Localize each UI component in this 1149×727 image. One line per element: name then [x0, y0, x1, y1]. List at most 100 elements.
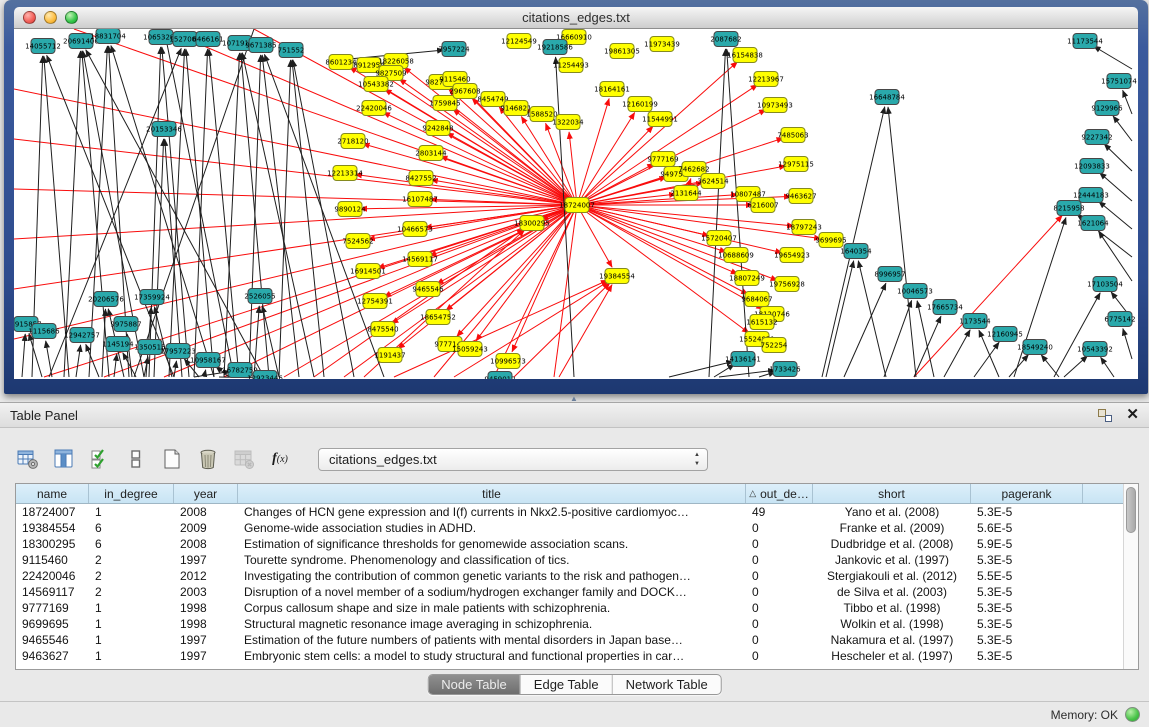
graph-node-yellow[interactable]: 1615132: [746, 315, 777, 330]
vertical-scrollbar[interactable]: [1123, 484, 1138, 669]
citation-edge-black[interactable]: [709, 49, 725, 377]
graph-node-yellow[interactable]: 19861305: [604, 44, 640, 59]
tab-edge-table[interactable]: Edge Table: [520, 675, 612, 694]
citation-edge-black[interactable]: [162, 47, 189, 377]
citation-edge-black[interactable]: [719, 370, 775, 377]
graph-node-yellow[interactable]: 15720407: [701, 231, 737, 246]
citation-edge-red[interactable]: [514, 283, 610, 377]
graph-node-teal[interactable]: 2526055: [244, 289, 275, 304]
graph-node-yellow[interactable]: 7485063: [777, 128, 808, 143]
citation-edge-black[interactable]: [86, 344, 99, 377]
column-header-pagerank[interactable]: pagerank: [971, 484, 1083, 503]
citation-edge-black[interactable]: [76, 345, 81, 377]
graph-node-teal[interactable]: 12093833: [1074, 159, 1110, 174]
citation-edge-black[interactable]: [944, 330, 970, 377]
float-panel-icon[interactable]: [1098, 409, 1112, 422]
memory-status-indicator[interactable]: [1125, 707, 1140, 722]
graph-node-yellow[interactable]: 1322034: [552, 115, 584, 130]
select-all-columns-button[interactable]: [88, 446, 112, 472]
graph-node-yellow[interactable]: 11544991: [642, 112, 678, 127]
citation-edge-black[interactable]: [1041, 355, 1059, 377]
graph-node-yellow[interactable]: 9242848: [422, 121, 453, 136]
graph-node-teal[interactable]: 1640354: [840, 244, 872, 259]
close-panel-icon[interactable]: ✕: [1126, 408, 1139, 422]
panel-splitter-grip[interactable]: ▲: [568, 395, 580, 402]
graph-node-yellow[interactable]: 18164161: [594, 82, 630, 97]
column-header-title[interactable]: title: [238, 484, 746, 503]
citation-edge-red[interactable]: [577, 112, 635, 205]
graph-node-yellow[interactable]: 11973439: [644, 37, 680, 52]
graph-node-yellow[interactable]: 752254: [761, 338, 788, 353]
create-column-button[interactable]: [160, 446, 184, 472]
graph-node-teal[interactable]: 12942757: [64, 328, 100, 343]
show-columns-button[interactable]: [52, 446, 76, 472]
citation-edge-black[interactable]: [292, 60, 324, 377]
graph-node-teal[interactable]: 1173544: [959, 314, 991, 329]
graph-node-teal[interactable]: 2087682: [710, 32, 741, 47]
citation-edge-black[interactable]: [669, 361, 733, 377]
graph-node-teal[interactable]: 17359924: [134, 290, 170, 305]
graph-node-yellow[interactable]: 14569117: [402, 252, 438, 267]
citation-edge-black[interactable]: [114, 354, 117, 377]
graph-node-yellow[interactable]: 9684067: [741, 292, 772, 307]
citation-edge-black[interactable]: [1054, 293, 1100, 377]
graph-node-teal[interactable]: 16648784: [869, 90, 905, 105]
table-row[interactable]: 1456911722003Disruption of a novel membe…: [16, 584, 1123, 600]
graph-node-teal[interactable]: 1115686: [28, 324, 60, 339]
graph-node-teal[interactable]: 15751074: [1101, 74, 1137, 89]
graph-node-yellow[interactable]: 7524562: [342, 234, 373, 249]
graph-node-teal[interactable]: 1145194: [102, 337, 134, 352]
table-row[interactable]: 946362711997Embryonic stem cells: a mode…: [16, 648, 1123, 664]
citation-edge-black[interactable]: [1099, 231, 1132, 281]
table-row[interactable]: 969969511998Structural magnetic resonanc…: [16, 616, 1123, 632]
graph-node-yellow[interactable]: 12975115: [778, 157, 814, 172]
graph-node-teal[interactable]: 10543392: [1077, 342, 1113, 357]
graph-node-teal[interactable]: 8215958: [1053, 201, 1084, 216]
citation-edge-red[interactable]: [14, 139, 577, 205]
graph-node-teal[interactable]: 9975887: [110, 317, 141, 332]
graph-node-yellow[interactable]: 11254493: [553, 58, 589, 73]
citation-edge-black[interactable]: [844, 283, 886, 377]
graph-node-yellow[interactable]: 10996573: [490, 354, 526, 369]
citation-edge-black[interactable]: [1009, 355, 1028, 377]
graph-node-teal[interactable]: 8996957: [874, 267, 905, 282]
citation-edge-black[interactable]: [249, 55, 261, 377]
graph-node-yellow[interactable]: 9463627: [785, 189, 816, 204]
close-window-button[interactable]: [23, 11, 36, 24]
table-row[interactable]: 2242004622012Investigating the contribut…: [16, 568, 1123, 584]
graph-node-teal[interactable]: 11173544: [1067, 34, 1103, 49]
citation-edge-black[interactable]: [1113, 116, 1132, 141]
citation-edge-black[interactable]: [1064, 356, 1088, 377]
graph-node-yellow[interactable]: 19756928: [769, 277, 805, 292]
graph-node-teal[interactable]: 6466161: [192, 32, 223, 47]
scrollbar-thumb[interactable]: [1126, 487, 1136, 533]
citation-edge-black[interactable]: [1123, 90, 1132, 114]
citation-edge-black[interactable]: [884, 300, 912, 377]
graph-node-yellow[interactable]: 8601234: [325, 55, 357, 70]
citation-edge-black[interactable]: [914, 316, 941, 377]
graph-node-yellow[interactable]: 2718120: [337, 134, 368, 149]
citation-edge-black[interactable]: [174, 361, 176, 377]
graph-node-yellow[interactable]: 18654752: [420, 310, 456, 325]
graph-node-yellow[interactable]: 16154838: [727, 48, 763, 63]
citation-edge-black[interactable]: [169, 49, 185, 377]
graph-node-yellow[interactable]: 2967608: [449, 84, 480, 99]
column-header-short[interactable]: short: [813, 484, 971, 503]
table-row[interactable]: 1938455462009Genome-wide association stu…: [16, 520, 1123, 536]
graph-node-teal[interactable]: 20153346: [146, 122, 182, 137]
graph-node-yellow[interactable]: 12160199: [622, 97, 658, 112]
graph-node-yellow[interactable]: 12754391: [357, 294, 393, 309]
graph-node-teal[interactable]: 6775142: [1104, 312, 1135, 327]
delete-columns-button[interactable]: [196, 446, 220, 472]
graph-node-yellow[interactable]: 10466573: [397, 222, 433, 237]
delete-table-button[interactable]: [232, 446, 256, 472]
table-row[interactable]: 977716911998Corpus callosum shape and si…: [16, 600, 1123, 616]
clear-column-selection-button[interactable]: [124, 446, 148, 472]
graph-node-yellow[interactable]: 3624514: [697, 174, 729, 189]
function-builder-button[interactable]: f(x): [268, 446, 292, 472]
graph-node-yellow[interactable]: 18797243: [786, 220, 822, 235]
graph-node-teal[interactable]: 10046573: [897, 284, 933, 299]
graph-node-yellow[interactable]: 8427552: [405, 171, 436, 186]
graph-node-yellow[interactable]: 10973493: [757, 98, 793, 113]
graph-node-yellow[interactable]: 9465546: [412, 282, 444, 297]
